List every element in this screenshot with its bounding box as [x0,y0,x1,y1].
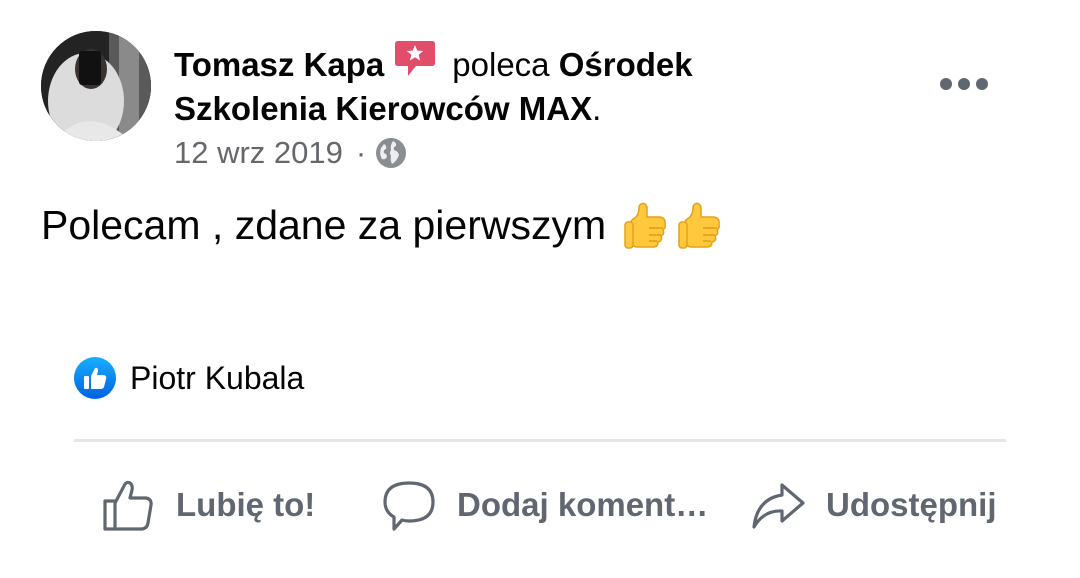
recommendation-post: Tomasz Kapa poleca Ośrodek Szkolenia Kiero… [0,0,1080,578]
page-name-part2: Szkolenia Kierowców MAX [174,90,593,127]
thumbs-up-icon [103,480,153,531]
avatar[interactable] [41,31,151,141]
comment-button[interactable]: Dodaj koment… [381,470,708,540]
comment-icon [383,481,435,531]
recommend-verb: poleca [452,46,550,83]
thumbs-up-emoji-icon [624,202,667,249]
like-icon [74,357,116,399]
share-button[interactable]: Udostępnij [750,470,997,540]
share-label: Udostępnij [826,486,997,523]
reactions-summary[interactable]: Piotr Kubala [74,357,304,399]
like-label: Lubię to! [176,486,316,523]
post-header: Tomasz Kapa poleca Ośrodek Szkolenia Kiero… [174,40,794,131]
thumbs-up-emoji-icon [678,202,721,249]
header-period: . [592,90,602,127]
comment-label: Dodaj koment… [457,486,709,523]
recommend-icon [394,40,436,78]
divider [74,439,1006,442]
more-options-icon[interactable] [940,70,988,98]
post-date[interactable]: 12 wrz 2019 [174,133,343,173]
more-dot [958,78,970,90]
reaction-names: Piotr Kubala [130,359,305,396]
post-meta: 12 wrz 2019 · [174,133,407,173]
profile-photo [41,31,151,141]
more-dot [940,78,952,90]
post-body: Polecam , zdane za pierwszym [41,200,722,250]
action-bar: Lubię to! Dodaj koment… Udostępnij [0,470,1080,540]
meta-separator: · [355,135,367,170]
post-text: Polecam , zdane za pierwszym [41,202,607,248]
like-button[interactable]: Lubię to! [100,470,315,540]
author-name[interactable]: Tomasz Kapa [174,46,384,83]
emoji-group [624,200,722,250]
globe-icon[interactable] [375,137,407,169]
share-icon [752,483,805,529]
page-name-part1: Ośrodek [558,46,693,83]
more-dot [976,78,988,90]
